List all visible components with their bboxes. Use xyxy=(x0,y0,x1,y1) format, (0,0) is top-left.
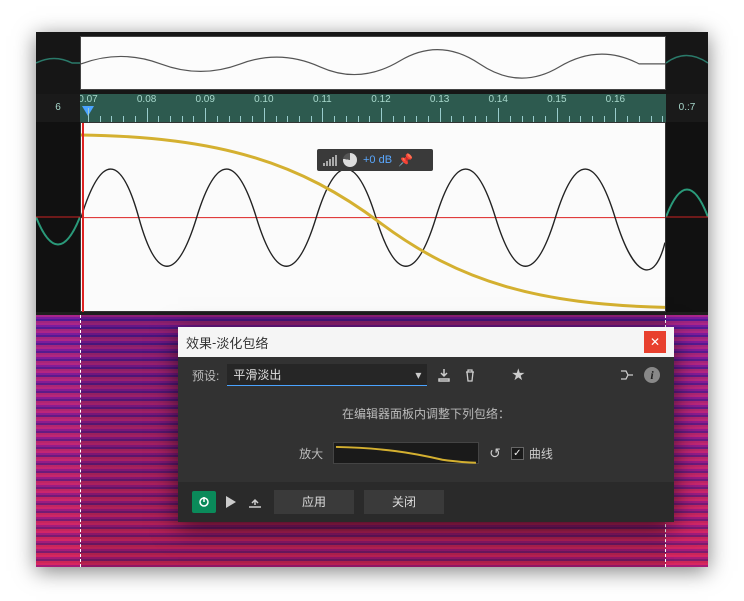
export-icon[interactable] xyxy=(246,493,264,511)
route-icon[interactable] xyxy=(618,366,636,384)
favorite-icon[interactable]: ★ xyxy=(509,366,527,384)
ruler-label: 0.07 xyxy=(80,94,98,105)
ruler-left-label: 6 xyxy=(36,94,80,122)
ruler-tick xyxy=(205,108,206,122)
preset-dropdown[interactable]: 平滑淡出 ▾ xyxy=(227,364,427,386)
delete-preset-icon[interactable] xyxy=(461,366,479,384)
app-frame: 6 0.:7 0.070.080.090.100.110.120.130.140… xyxy=(36,32,708,567)
ruler-tick xyxy=(147,108,148,122)
wave-right-tail xyxy=(666,122,708,312)
ruler-tick xyxy=(322,108,323,122)
gain-knob-icon[interactable] xyxy=(343,153,357,167)
preset-value: 平滑淡出 xyxy=(233,366,415,383)
wave-left-tail xyxy=(36,122,80,312)
ruler-label: 0.11 xyxy=(313,94,332,105)
ruler-tick xyxy=(381,108,382,122)
waveform-path xyxy=(81,169,665,270)
ruler-label: 0.09 xyxy=(195,94,214,105)
dialog-title-prefix: 效果 xyxy=(186,333,212,352)
ruler-label: 0.16 xyxy=(606,94,625,105)
curve-checkbox[interactable]: ✓ 曲线 xyxy=(511,445,553,462)
waveform-editor[interactable]: +0 dB 📌 xyxy=(80,122,666,312)
ruler-tick xyxy=(557,108,558,122)
info-icon[interactable]: i xyxy=(644,367,660,383)
dialog-title-name: 淡化包络 xyxy=(216,333,268,352)
dialog-message: 在编辑器面板内调整下列包络： xyxy=(178,393,674,434)
ruler-tick xyxy=(440,108,441,122)
checkbox-box: ✓ xyxy=(511,447,524,460)
pin-icon[interactable]: 📌 xyxy=(398,153,413,167)
ruler-label: 0.14 xyxy=(488,94,507,105)
ruler-tick xyxy=(615,108,616,122)
overview-wave-outer xyxy=(36,32,708,94)
preset-label: 预设: xyxy=(192,367,219,384)
time-ruler[interactable]: 0.07 0.08 0.09 0.10 0.11 0.12 0.13 0.14 0.15 0.16 xyxy=(80,94,666,122)
ruler-tick xyxy=(88,108,89,122)
level-meter-icon xyxy=(323,154,337,166)
power-button[interactable] xyxy=(192,491,216,513)
curve-label: 曲线 xyxy=(529,445,553,462)
ruler-label: 0.10 xyxy=(254,94,273,105)
play-icon[interactable] xyxy=(226,496,236,508)
ruler-tick xyxy=(264,108,265,122)
save-preset-icon[interactable] xyxy=(435,366,453,384)
ruler-label: 0.12 xyxy=(371,94,390,105)
ruler-tick xyxy=(498,108,499,122)
apply-button[interactable]: 应用 xyxy=(274,490,354,514)
close-button[interactable]: 关闭 xyxy=(364,490,444,514)
overview-strip[interactable] xyxy=(36,32,708,94)
reset-icon[interactable]: ↺ xyxy=(489,445,501,462)
ruler-label: 0.08 xyxy=(137,94,156,105)
dialog-titlebar[interactable]: 效果 - 淡化包络 ✕ xyxy=(178,327,674,357)
ruler-right-label: 0.:7 xyxy=(666,94,708,122)
gain-hud[interactable]: +0 dB 📌 xyxy=(317,149,433,171)
gain-readout[interactable]: +0 dB xyxy=(363,154,392,166)
amp-label: 放大 xyxy=(299,445,323,462)
envelope-preview[interactable] xyxy=(333,442,479,464)
chevron-down-icon: ▾ xyxy=(415,368,421,382)
ruler-label: 0.13 xyxy=(430,94,449,105)
dialog-footer: 应用 关闭 xyxy=(178,482,674,522)
ruler-label: 0.15 xyxy=(547,94,566,105)
wave-gutter-left xyxy=(36,122,80,312)
wave-gutter-right xyxy=(666,122,708,312)
close-icon[interactable]: ✕ xyxy=(644,331,666,353)
effect-dialog: 效果 - 淡化包络 ✕ 预设: 平滑淡出 ▾ ★ i 在编辑器面板内调整下列包络… xyxy=(178,327,674,522)
